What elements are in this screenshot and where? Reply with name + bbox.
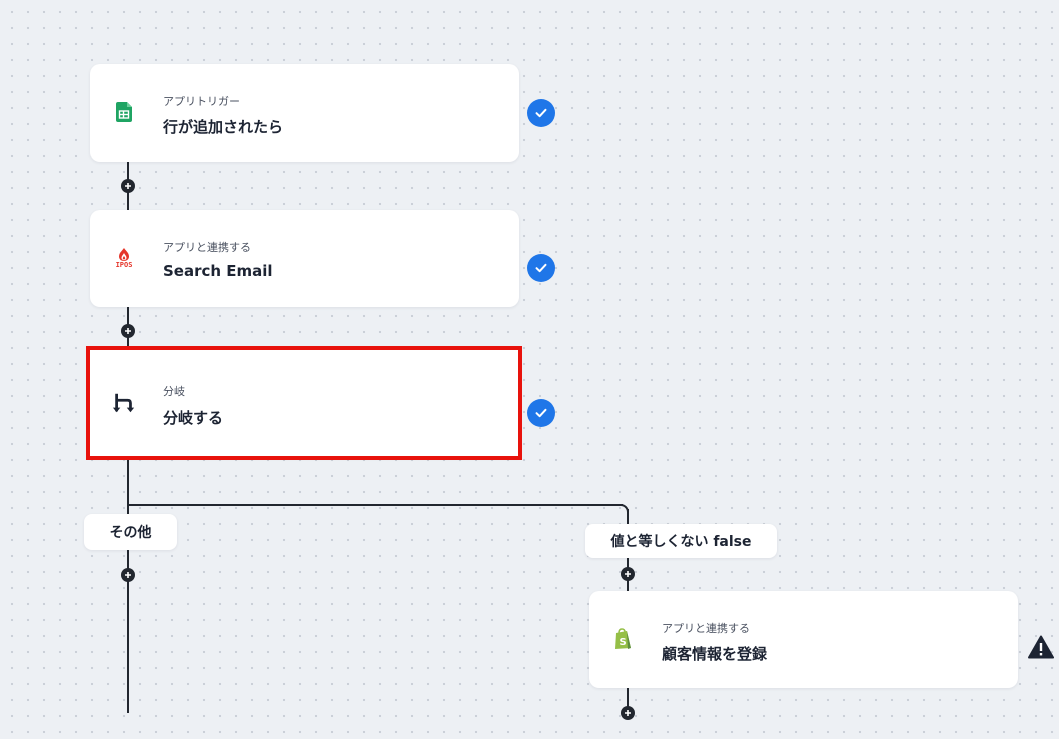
google-sheets-icon [112, 100, 136, 124]
check-icon [527, 399, 555, 427]
check-icon [527, 254, 555, 282]
step-subtitle: アプリトリガー [163, 95, 240, 108]
connector-line [127, 458, 129, 713]
add-step-button[interactable] [121, 568, 135, 582]
ipos-icon-text: IPOS [115, 260, 133, 269]
step-title: Search Email [163, 262, 273, 280]
ipos-icon: IPOS [112, 246, 136, 270]
add-step-button[interactable] [621, 706, 635, 720]
shopify-icon: S [611, 627, 635, 651]
step-title: 顧客情報を登録 [662, 645, 768, 663]
flow-step-search-email[interactable]: IPOS アプリと連携する Search Email [90, 210, 519, 307]
step-subtitle: アプリと連携する [662, 622, 750, 635]
branch-label-other[interactable]: その他 [84, 514, 177, 550]
check-icon [527, 99, 555, 127]
warning-icon [1028, 635, 1054, 663]
branch-label-not-equal[interactable]: 値と等しくない false [585, 524, 777, 558]
step-title: 行が追加されたら [163, 118, 284, 136]
branch-connector-line [127, 504, 623, 506]
flow-step-register-customer[interactable]: S アプリと連携する 顧客情報を登録 [589, 591, 1018, 688]
flow-step-trigger[interactable]: アプリトリガー 行が追加されたら [90, 64, 519, 162]
step-subtitle: アプリと連携する [163, 241, 251, 254]
add-step-button[interactable] [621, 567, 635, 581]
selection-highlight [86, 346, 522, 460]
add-step-button[interactable] [121, 324, 135, 338]
branch-connector-corner [617, 504, 629, 516]
svg-text:S: S [620, 637, 627, 648]
add-step-button[interactable] [121, 179, 135, 193]
